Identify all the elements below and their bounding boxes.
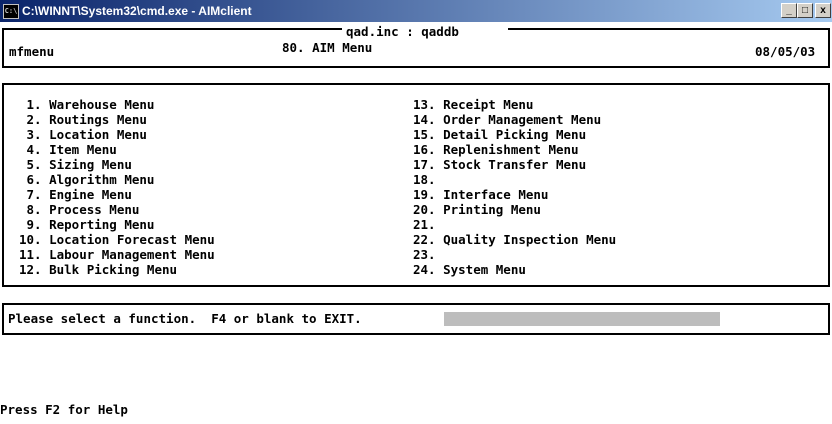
minimize-button[interactable]: _ <box>781 3 797 18</box>
header-date: 08/05/03 <box>755 44 816 59</box>
menu-item[interactable]: 21. <box>413 217 436 232</box>
maximize-button[interactable]: □ <box>797 3 813 18</box>
close-button[interactable]: x <box>815 3 831 18</box>
menu-item[interactable]: 8. Process Menu <box>19 202 140 217</box>
menu-item[interactable]: 5. Sizing Menu <box>19 157 132 172</box>
menu-item[interactable]: 4. Item Menu <box>19 142 117 157</box>
menu-item[interactable]: 22. Quality Inspection Menu <box>413 232 616 247</box>
menu-item[interactable]: 6. Algorithm Menu <box>19 172 155 187</box>
menu-item[interactable]: 19. Interface Menu <box>413 187 548 202</box>
menu-item[interactable]: 12. Bulk Picking Menu <box>19 262 177 277</box>
menu-item[interactable]: 7. Engine Menu <box>19 187 132 202</box>
menu-item[interactable]: 1. Warehouse Menu <box>19 97 155 112</box>
menu-item[interactable]: 18. <box>413 172 436 187</box>
menu-item[interactable]: 13. Receipt Menu <box>413 97 533 112</box>
menu-item[interactable]: 10. Location Forecast Menu <box>19 232 215 247</box>
menu-item[interactable]: 3. Location Menu <box>19 127 147 142</box>
menu-item[interactable]: 2. Routings Menu <box>19 112 147 127</box>
header-top-border-left <box>2 28 342 30</box>
help-status-line: Press F2 for Help <box>0 402 128 417</box>
window-title: C:\WINNT\System32\cmd.exe - AIMclient <box>22 4 252 18</box>
menu-item[interactable]: 23. <box>413 247 436 262</box>
header-top-border-right <box>508 28 830 30</box>
prompt-text: Please select a function. F4 or blank to… <box>8 311 362 326</box>
menu-item[interactable]: 14. Order Management Menu <box>413 112 601 127</box>
menu-item[interactable]: 16. Replenishment Menu <box>413 142 579 157</box>
menu-item[interactable]: 9. Reporting Menu <box>19 217 155 232</box>
terminal-screen[interactable]: qad.inc : qaddb mfmenu 80. AIM Menu 08/0… <box>0 22 832 424</box>
company-database: qad.inc : qaddb <box>346 24 459 39</box>
menu-item[interactable]: 20. Printing Menu <box>413 202 541 217</box>
program-name: mfmenu <box>9 44 55 59</box>
function-input-field[interactable] <box>444 312 720 326</box>
cmd-icon[interactable]: C:\ <box>3 4 19 19</box>
menu-title: 80. AIM Menu <box>282 40 373 55</box>
menu-item[interactable]: 24. System Menu <box>413 262 526 277</box>
menu-item[interactable]: 11. Labour Management Menu <box>19 247 215 262</box>
menu-item[interactable]: 15. Detail Picking Menu <box>413 127 586 142</box>
menu-item[interactable]: 17. Stock Transfer Menu <box>413 157 586 172</box>
window-title-bar[interactable]: C:\ C:\WINNT\System32\cmd.exe - AIMclien… <box>0 0 832 22</box>
